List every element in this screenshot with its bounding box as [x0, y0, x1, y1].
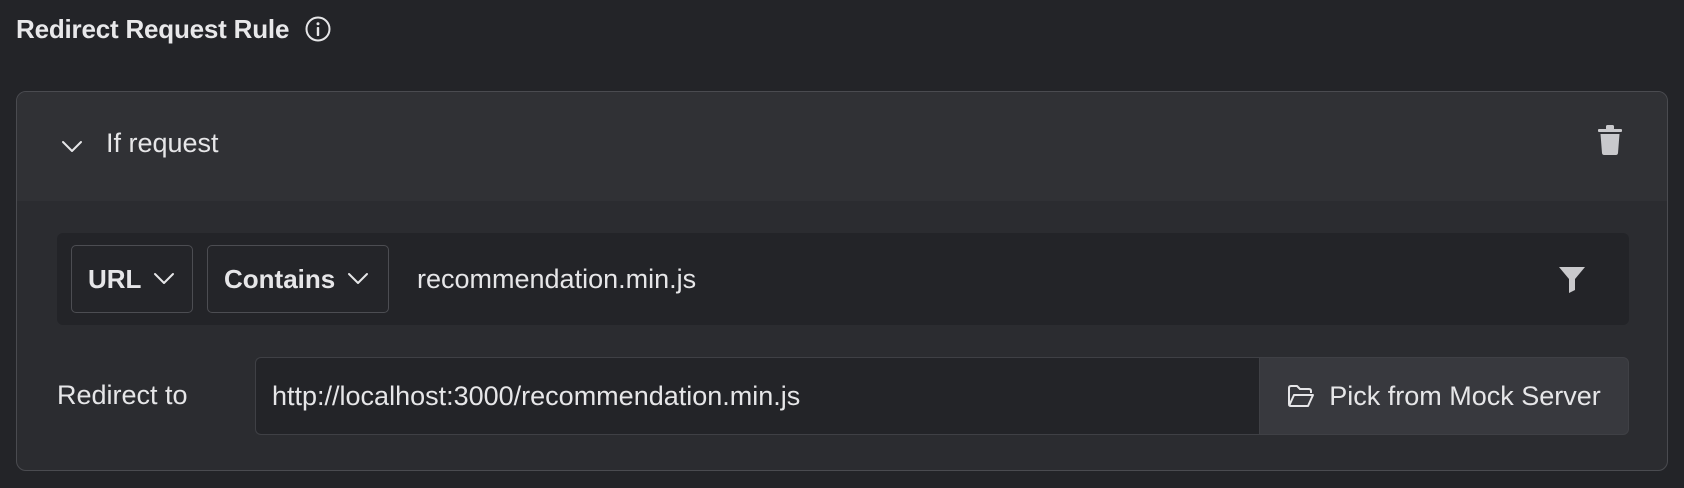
rule-card: If request URL Contains recommendation.m…	[16, 91, 1668, 471]
info-icon[interactable]	[303, 14, 333, 44]
pick-button-label: Pick from Mock Server	[1329, 380, 1601, 411]
rule-header: Redirect Request Rule	[16, 10, 333, 48]
collapse-toggle[interactable]	[57, 132, 87, 162]
page-title: Redirect Request Rule	[16, 13, 290, 44]
redirect-label: Redirect to	[57, 380, 188, 410]
source-select[interactable]: URL	[71, 245, 193, 313]
condition-row: URL Contains	[57, 233, 1629, 325]
operator-select-value: Contains	[224, 263, 336, 294]
source-select-value: URL	[88, 263, 142, 294]
section-title: If request	[106, 128, 219, 158]
folder-open-icon	[1287, 384, 1315, 408]
redirect-url-input[interactable]	[255, 357, 1259, 435]
delete-button[interactable]	[1593, 122, 1627, 158]
pick-from-mock-server-button[interactable]: Pick from Mock Server	[1259, 357, 1629, 435]
redirect-rule-page: Redirect Request Rule If request URL Con…	[0, 0, 1684, 488]
chevron-down-icon	[347, 272, 369, 286]
operator-select[interactable]: Contains	[207, 245, 389, 313]
chevron-down-icon	[61, 140, 83, 154]
condition-value-input[interactable]	[403, 245, 1503, 313]
trash-icon	[1596, 124, 1624, 156]
filter-button[interactable]	[1555, 262, 1589, 296]
rule-card-header: If request	[17, 92, 1667, 201]
filter-icon	[1557, 264, 1587, 294]
chevron-down-icon	[153, 272, 175, 286]
